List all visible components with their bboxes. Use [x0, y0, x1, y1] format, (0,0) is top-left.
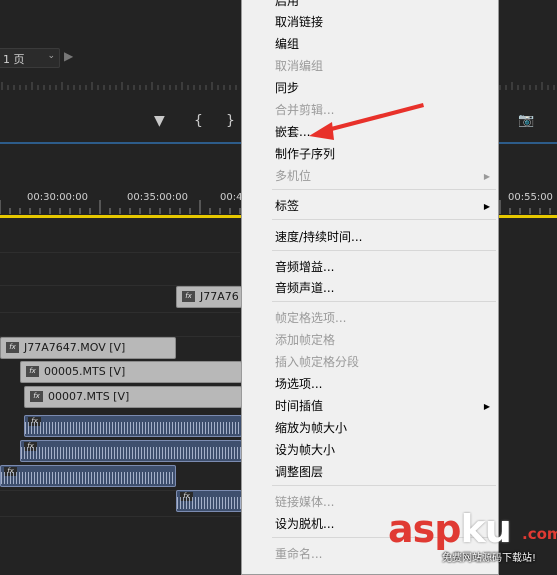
menu-item-link-media: 链接媒体... [275, 495, 335, 509]
video-clip[interactable]: fx J77A7647.MOV [V] [0, 337, 176, 359]
submenu-arrow-icon: ▶ [483, 402, 490, 411]
menu-item-group[interactable]: 编组 [275, 34, 299, 54]
menu-item-frame-hold-options: 帧定格选项... [275, 311, 347, 325]
menu-item-audio-gain[interactable]: 音频增益... [275, 257, 334, 277]
video-clip[interactable]: fx 00007.MTS [V] [24, 386, 242, 408]
audio-clip[interactable]: fx [176, 490, 242, 512]
menu-item-ungroup: 取消编组 [275, 59, 324, 73]
video-clip[interactable]: fx J77A76 [176, 286, 242, 308]
timecode-label: 00:4 [220, 192, 243, 203]
mark-out-icon[interactable]: } [226, 113, 235, 129]
fx-badge: fx [6, 342, 19, 353]
fx-badge: fx [30, 391, 43, 402]
menu-item-enable[interactable]: 启用 [275, 0, 299, 11]
checkmark-icon: ✔ [250, 0, 268, 9]
menu-item-adjustment-layer[interactable]: 调整图层 [275, 462, 323, 482]
video-clip[interactable]: fx 00005.MTS [V] [20, 361, 242, 383]
watermark-logo: aspku .com 免费网站源码下载站! [385, 505, 557, 567]
menu-separator [272, 250, 496, 251]
play-next-icon[interactable]: ▶ [64, 49, 73, 63]
chevron-down-icon: ⌄ [47, 51, 55, 61]
clip-label: 00007.MTS [V] [48, 390, 130, 403]
menu-separator [272, 485, 496, 486]
menu-item-unlink[interactable]: 取消链接 [275, 12, 323, 32]
track-divider [0, 252, 240, 253]
audio-clip[interactable]: fx [20, 440, 242, 462]
menu-separator [272, 219, 496, 220]
menu-item-label[interactable]: 标签 [275, 196, 299, 216]
track-divider [0, 516, 240, 517]
menu-item-set-to-frame-size[interactable]: 设为帧大小 [275, 440, 335, 460]
menu-item-merge-clips: 合并剪辑... [275, 103, 335, 117]
audio-waveform [177, 497, 241, 509]
watermark-brand: aspku [388, 507, 512, 551]
track-divider [0, 312, 240, 313]
menu-separator [272, 189, 496, 190]
fx-badge: fx [26, 366, 39, 377]
clip-context-menu: ✔ 启用 取消链接 编组 取消编组 同步 合并剪辑... 嵌套... 制作子序列… [241, 0, 499, 575]
menu-item-add-frame-hold: 添加帧定格 [275, 333, 336, 347]
menu-item-multicamera: 多机位 [275, 169, 312, 183]
camera-icon[interactable]: 📷 [518, 113, 534, 128]
menu-item-field-options[interactable]: 场选项... [275, 374, 322, 394]
menu-item-make-subsequence[interactable]: 制作子序列 [275, 144, 335, 164]
timecode-label: 00:30:00:00 [27, 192, 89, 203]
menu-item-rename: 重命名... [275, 547, 323, 561]
submenu-arrow-icon: ▶ [483, 172, 490, 181]
menu-item-nest[interactable]: 嵌套... [275, 122, 310, 142]
page-select[interactable]: 1 页 ⌄ [0, 48, 60, 68]
fx-badge: fx [182, 291, 195, 302]
audio-waveform [25, 422, 241, 434]
menu-item-audio-channels[interactable]: 音频声道... [275, 278, 334, 298]
clip-label: J77A7647.MOV [V] [24, 341, 126, 354]
mark-in-icon[interactable]: { [194, 113, 203, 129]
menu-item-time-interpolation[interactable]: 时间插值 [275, 396, 323, 416]
page-select-value: 1 页 [3, 53, 25, 66]
timecode-label: 00:35:00:00 [127, 192, 189, 203]
audio-clip[interactable]: fx [0, 465, 176, 487]
menu-item-synchronize[interactable]: 同步 [275, 78, 299, 98]
watermark-tld: .com [522, 525, 557, 543]
watermark-subtitle: 免费网站源码下载站! [442, 553, 537, 564]
clip-label: 00005.MTS [V] [44, 365, 126, 378]
menu-item-speed-duration[interactable]: 速度/持续时间... [275, 227, 363, 247]
audio-waveform [21, 447, 241, 459]
audio-clip[interactable]: fx [24, 415, 242, 437]
clip-label: J77A76 [200, 290, 239, 303]
submenu-arrow-icon: ▶ [483, 202, 490, 211]
timecode-label: 00:55:00 [508, 192, 553, 203]
menu-item-make-offline[interactable]: 设为脱机... [275, 514, 334, 534]
menu-item-insert-frame-hold-segment: 插入帧定格分段 [275, 355, 360, 369]
audio-waveform [1, 472, 175, 484]
marker-icon[interactable]: ▼ [154, 113, 165, 129]
menu-separator [272, 301, 496, 302]
menu-item-scale-to-frame-size[interactable]: 缩放为帧大小 [275, 418, 347, 438]
